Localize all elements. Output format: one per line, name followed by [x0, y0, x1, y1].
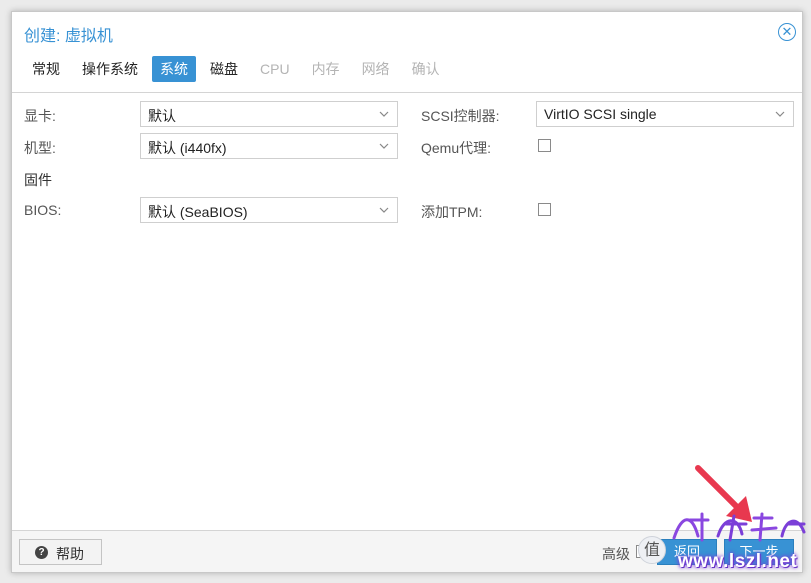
value-badge-icon: 值: [638, 536, 666, 564]
add-tpm-checkbox[interactable]: [538, 203, 551, 216]
tab-disks[interactable]: 磁盘: [202, 56, 246, 82]
tab-general[interactable]: 常规: [24, 56, 68, 82]
firmware-section-label: 固件: [24, 172, 52, 188]
graphics-card-value: 默认: [148, 108, 176, 124]
qemu-agent-label: Qemu代理:: [421, 140, 492, 156]
bios-select[interactable]: 默认 (SeaBIOS): [140, 197, 398, 223]
system-panel: 显卡: 默认 机型: 默认 (i440fx) 固件 BIOS: 默认 (SeaB…: [12, 92, 802, 532]
bios-label: BIOS:: [24, 202, 62, 218]
dialog-title: 创建: 虚拟机: [24, 28, 113, 45]
add-tpm-label: 添加TPM:: [421, 204, 483, 220]
wizard-tabs: 常规 操作系统 系统 磁盘 CPU 内存 网络 确认: [24, 56, 454, 82]
tab-cpu: CPU: [260, 61, 290, 77]
tab-system[interactable]: 系统: [152, 56, 196, 82]
close-icon[interactable]: ✕: [778, 23, 796, 41]
chevron-down-icon: [379, 143, 389, 149]
create-vm-dialog: 创建: 虚拟机 ✕ 常规 操作系统 系统 磁盘 CPU 内存 网络 确认 显卡:…: [11, 11, 803, 573]
scsi-controller-label: SCSI控制器:: [421, 108, 500, 124]
qemu-agent-checkbox[interactable]: [538, 139, 551, 152]
advanced-label: 高级: [602, 546, 630, 562]
chevron-down-icon: [379, 207, 389, 213]
machine-value: 默认 (i440fx): [148, 140, 227, 156]
dialog-titlebar: 创建: 虚拟机 ✕: [12, 12, 802, 52]
chevron-down-icon: [379, 111, 389, 117]
tab-confirm: 确认: [411, 61, 440, 77]
watermark-url: www.lszl.net: [678, 551, 798, 572]
machine-select[interactable]: 默认 (i440fx): [140, 133, 398, 159]
graphics-card-label: 显卡:: [24, 108, 56, 124]
tab-network: 网络: [361, 61, 390, 77]
scsi-controller-select[interactable]: VirtIO SCSI single: [536, 101, 794, 127]
scsi-controller-value: VirtIO SCSI single: [544, 106, 657, 122]
chevron-down-icon: [775, 111, 785, 117]
help-button-label: 帮助: [56, 546, 84, 562]
bios-value: 默认 (SeaBIOS): [148, 204, 248, 220]
help-button[interactable]: ? 帮助: [19, 539, 102, 565]
question-circle-icon: ?: [35, 546, 48, 559]
close-glyph: ✕: [781, 24, 793, 39]
machine-label: 机型:: [24, 140, 56, 156]
tab-memory: 内存: [311, 61, 340, 77]
graphics-card-select[interactable]: 默认: [140, 101, 398, 127]
tab-os[interactable]: 操作系统: [74, 56, 146, 82]
watermark-logo-art: [672, 512, 806, 542]
